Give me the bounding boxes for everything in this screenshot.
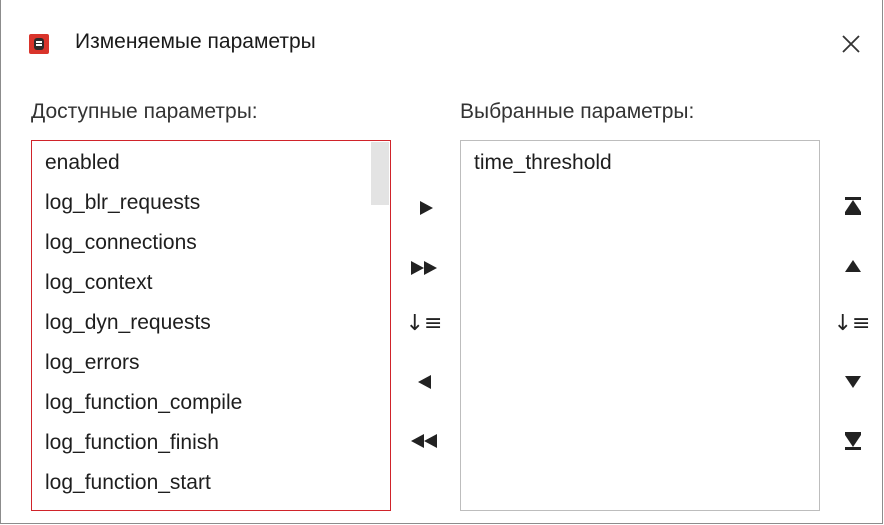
window-title: Изменяемые параметры — [75, 30, 316, 53]
selected-params-list[interactable]: time_threshold — [460, 140, 820, 511]
sort-icon: ↓≡ — [833, 311, 871, 336]
move-to-top-icon — [845, 197, 861, 215]
list-item[interactable]: log_dyn_requests — [32, 303, 390, 343]
list-item[interactable]: time_threshold — [461, 143, 819, 183]
list-item[interactable]: enabled — [32, 143, 390, 183]
list-item[interactable]: log_blr_requests — [32, 183, 390, 223]
scrollbar-thumb[interactable] — [371, 142, 389, 205]
move-all-right-button[interactable] — [409, 253, 439, 283]
move-up-button[interactable] — [838, 251, 868, 281]
selected-params-label: Выбранные параметры: — [460, 100, 695, 123]
close-icon — [842, 35, 860, 53]
move-right-icon — [419, 201, 433, 215]
move-all-right-icon — [411, 261, 437, 275]
list-item[interactable]: log_connections — [32, 223, 390, 263]
available-params-list[interactable]: enabled log_blr_requests log_connections… — [31, 140, 391, 511]
move-all-left-icon — [411, 434, 437, 448]
list-item[interactable]: log_context — [32, 263, 390, 303]
dialog-window: Изменяемые параметры Доступные параметры… — [0, 0, 883, 524]
move-to-bottom-icon — [845, 432, 861, 450]
move-up-icon — [845, 260, 861, 272]
move-down-icon — [845, 376, 861, 388]
list-item[interactable]: log_errors — [32, 343, 390, 383]
move-to-top-button[interactable] — [838, 191, 868, 221]
move-left-button[interactable] — [409, 367, 439, 397]
sort-available-button[interactable]: ↓≡ — [406, 309, 443, 339]
move-all-left-button[interactable] — [409, 426, 439, 456]
move-left-icon — [417, 375, 431, 389]
close-button[interactable] — [835, 28, 867, 60]
sort-selected-button[interactable]: ↓≡ — [834, 309, 871, 339]
available-params-label: Доступные параметры: — [31, 100, 258, 123]
move-down-button[interactable] — [838, 367, 868, 397]
database-icon — [29, 34, 49, 54]
list-item[interactable]: log_function_compile — [32, 383, 390, 423]
list-item[interactable]: log_function_start — [32, 463, 390, 503]
sort-icon: ↓≡ — [405, 311, 443, 336]
move-to-bottom-button[interactable] — [838, 426, 868, 456]
title-bar: Изменяемые параметры — [1, 0, 882, 90]
move-right-button[interactable] — [411, 193, 441, 223]
list-item[interactable]: log_function_finish — [32, 423, 390, 463]
